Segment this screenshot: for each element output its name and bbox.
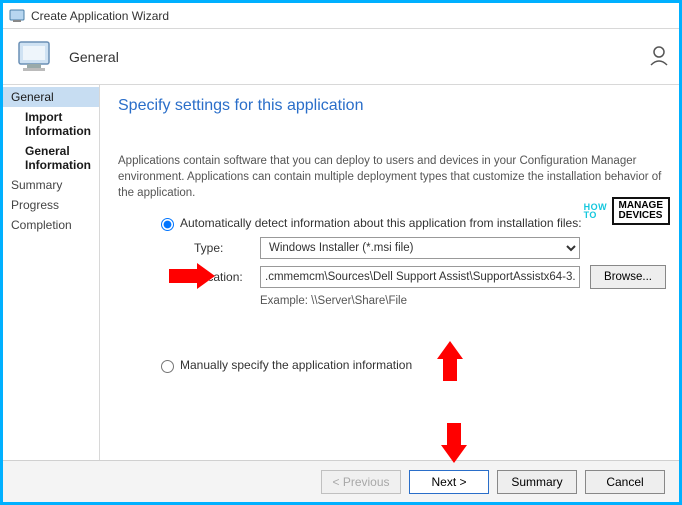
type-select[interactable]: Windows Installer (*.msi file) — [260, 237, 580, 259]
type-label: Type: — [194, 241, 260, 255]
user-icon — [649, 45, 671, 72]
footer-buttons: < Previous Next > Summary Cancel — [3, 460, 679, 502]
sidebar-item-import-information[interactable]: Import Information — [3, 107, 99, 141]
sidebar-item-completion[interactable]: Completion — [3, 215, 99, 235]
location-input[interactable] — [260, 266, 580, 288]
wizard-icon — [15, 36, 57, 78]
radio-manual-row: Manually specify the application informa… — [156, 357, 666, 373]
radio-auto-detect-row: Automatically detect information about t… — [156, 215, 666, 231]
main-content: Specify settings for this application Ap… — [100, 85, 682, 460]
window-title: Create Application Wizard — [31, 9, 169, 23]
radio-auto-detect[interactable] — [161, 218, 174, 231]
sidebar-item-general-information[interactable]: General Information — [3, 141, 99, 175]
page-heading: Specify settings for this application — [118, 97, 666, 115]
type-row: Type: Windows Installer (*.msi file) — [194, 237, 666, 259]
app-icon — [9, 8, 25, 24]
sidebar-item-progress[interactable]: Progress — [3, 195, 99, 215]
header-title: General — [69, 49, 119, 65]
sidebar-item-general[interactable]: General — [3, 87, 99, 107]
location-label: Location: — [194, 270, 260, 284]
header-pane: General — [3, 29, 679, 85]
page-description: Applications contain software that you c… — [118, 153, 666, 201]
radio-manual-label: Manually specify the application informa… — [180, 358, 412, 372]
previous-button: < Previous — [321, 470, 401, 494]
sidebar: General Import Information General Infor… — [3, 85, 100, 460]
sidebar-item-summary[interactable]: Summary — [3, 175, 99, 195]
location-example: Example: \\Server\Share\File — [260, 295, 666, 307]
title-bar: Create Application Wizard — [3, 3, 679, 29]
location-row: Location: Browse... — [194, 265, 666, 289]
body-pane: General Import Information General Infor… — [3, 85, 679, 460]
next-button[interactable]: Next > — [409, 470, 489, 494]
radio-manual[interactable] — [161, 360, 174, 373]
browse-button[interactable]: Browse... — [590, 265, 666, 289]
cancel-button[interactable]: Cancel — [585, 470, 665, 494]
radio-auto-detect-label: Automatically detect information about t… — [180, 216, 582, 230]
summary-button[interactable]: Summary — [497, 470, 577, 494]
